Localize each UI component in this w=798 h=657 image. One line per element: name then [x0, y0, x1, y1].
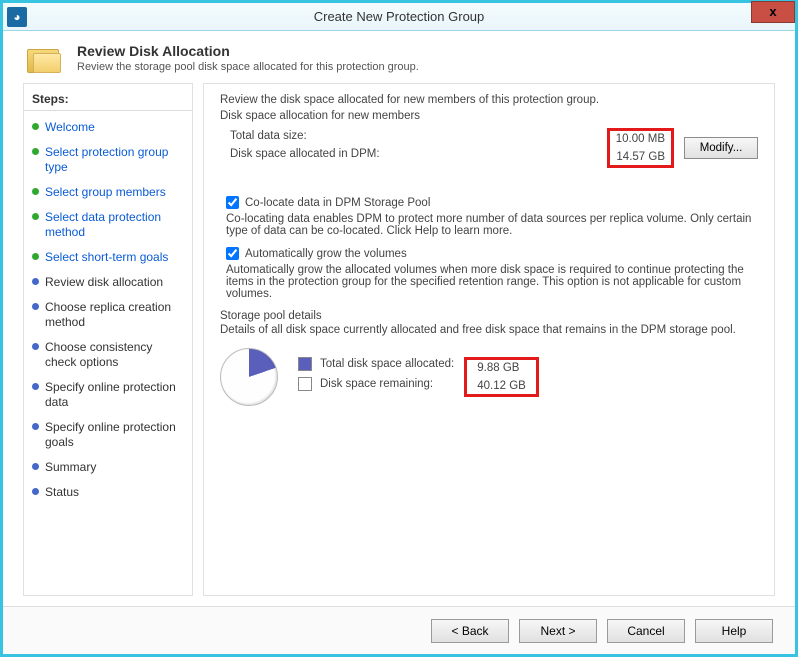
- intro-text: Review the disk space allocated for new …: [220, 94, 758, 106]
- step-select-short-term-goals[interactable]: Select short-term goals: [24, 245, 192, 270]
- pool-legend: Storage pool details: [220, 310, 758, 322]
- colocate-row: Co-locate data in DPM Storage Pool: [226, 196, 758, 209]
- step-label: Select group members: [45, 185, 166, 200]
- page-title: Review Disk Allocation: [77, 43, 419, 59]
- wizard-footer: < Back Next > Cancel Help: [3, 606, 795, 654]
- step-label: Choose consistency check options: [45, 340, 184, 370]
- step-choose-consistency-check-options: Choose consistency check options: [24, 335, 192, 375]
- pool-allocated-label: Total disk space allocated:: [320, 358, 454, 370]
- folder-icon: [27, 43, 63, 73]
- step-label: Summary: [45, 460, 96, 475]
- wizard-window: ◕ Create New Protection Group x Review D…: [0, 0, 798, 657]
- step-select-data-protection-method[interactable]: Select data protection method: [24, 205, 192, 245]
- help-button[interactable]: Help: [695, 619, 773, 643]
- step-label: Status: [45, 485, 79, 500]
- step-label: Review disk allocation: [45, 275, 163, 290]
- wizard-header: Review Disk Allocation Review the storag…: [3, 31, 795, 83]
- allocation-legend: Disk space allocation for new members: [220, 110, 420, 122]
- step-bullet-icon: [32, 488, 39, 495]
- step-label: Welcome: [45, 120, 95, 135]
- pool-values-highlight: 9.88 GB 40.12 GB: [464, 357, 539, 397]
- storage-pie-chart: [220, 348, 278, 406]
- step-bullet-icon: [32, 278, 39, 285]
- step-label: Select short-term goals: [45, 250, 168, 265]
- total-size-label: Total data size:: [230, 130, 597, 142]
- content-panel: Review the disk space allocated for new …: [203, 83, 775, 596]
- step-bullet-icon: [32, 303, 39, 310]
- autogrow-label: Automatically grow the volumes: [245, 248, 407, 260]
- step-label: Specify online protection data: [45, 380, 184, 410]
- step-label: Choose replica creation method: [45, 300, 184, 330]
- colocate-label: Co-locate data in DPM Storage Pool: [245, 197, 430, 209]
- colocate-explain: Co-locating data enables DPM to protect …: [220, 213, 758, 237]
- pool-legend-block: Total disk space allocated: Disk space r…: [298, 357, 539, 397]
- step-bullet-icon: [32, 123, 39, 130]
- page-subtitle: Review the storage pool disk space alloc…: [77, 61, 419, 73]
- step-bullet-icon: [32, 148, 39, 155]
- pool-remaining-value: 40.12 GB: [477, 380, 526, 392]
- step-bullet-icon: [32, 423, 39, 430]
- steps-header: Steps:: [24, 90, 192, 111]
- allocated-label: Disk space allocated in DPM:: [230, 148, 597, 160]
- step-label: Specify online protection goals: [45, 420, 184, 450]
- swatch-allocated: [298, 357, 312, 371]
- pool-description: Details of all disk space currently allo…: [220, 324, 758, 336]
- close-button[interactable]: x: [751, 1, 795, 23]
- step-label: Select data protection method: [45, 210, 184, 240]
- allocated-value: 14.57 GB: [616, 151, 665, 163]
- next-button[interactable]: Next >: [519, 619, 597, 643]
- step-summary: Summary: [24, 455, 192, 480]
- step-select-group-members[interactable]: Select group members: [24, 180, 192, 205]
- total-size-value: 10.00 MB: [616, 133, 665, 145]
- pool-section: Storage pool details Details of all disk…: [220, 310, 758, 406]
- step-status: Status: [24, 480, 192, 505]
- app-icon: ◕: [7, 7, 27, 27]
- pool-allocated-value: 9.88 GB: [477, 362, 526, 374]
- autogrow-checkbox[interactable]: [226, 247, 239, 260]
- step-review-disk-allocation: Review disk allocation: [24, 270, 192, 295]
- back-button[interactable]: < Back: [431, 619, 509, 643]
- autogrow-explain: Automatically grow the allocated volumes…: [220, 264, 758, 300]
- step-bullet-icon: [32, 253, 39, 260]
- pool-remaining-label: Disk space remaining:: [320, 378, 433, 390]
- allocation-values-highlight: 10.00 MB 14.57 GB: [607, 128, 674, 168]
- step-label: Select protection group type: [45, 145, 184, 175]
- allocation-group: Disk space allocation for new members To…: [220, 110, 758, 180]
- step-bullet-icon: [32, 188, 39, 195]
- window-title: Create New Protection Group: [314, 9, 485, 24]
- swatch-remaining: [298, 377, 312, 391]
- step-choose-replica-creation-method[interactable]: Choose replica creation method: [24, 295, 192, 335]
- colocate-checkbox[interactable]: [226, 196, 239, 209]
- step-bullet-icon: [32, 343, 39, 350]
- step-bullet-icon: [32, 383, 39, 390]
- step-specify-online-protection-data: Specify online protection data: [24, 375, 192, 415]
- step-bullet-icon: [32, 463, 39, 470]
- step-select-protection-group-type[interactable]: Select protection group type: [24, 140, 192, 180]
- autogrow-row: Automatically grow the volumes: [226, 247, 758, 260]
- step-bullet-icon: [32, 213, 39, 220]
- step-specify-online-protection-goals: Specify online protection goals: [24, 415, 192, 455]
- step-welcome[interactable]: Welcome: [24, 115, 192, 140]
- steps-sidebar: Steps: Welcome Select protection group ty…: [23, 83, 193, 596]
- modify-button[interactable]: Modify...: [684, 137, 758, 159]
- titlebar: ◕ Create New Protection Group x: [3, 3, 795, 31]
- cancel-button[interactable]: Cancel: [607, 619, 685, 643]
